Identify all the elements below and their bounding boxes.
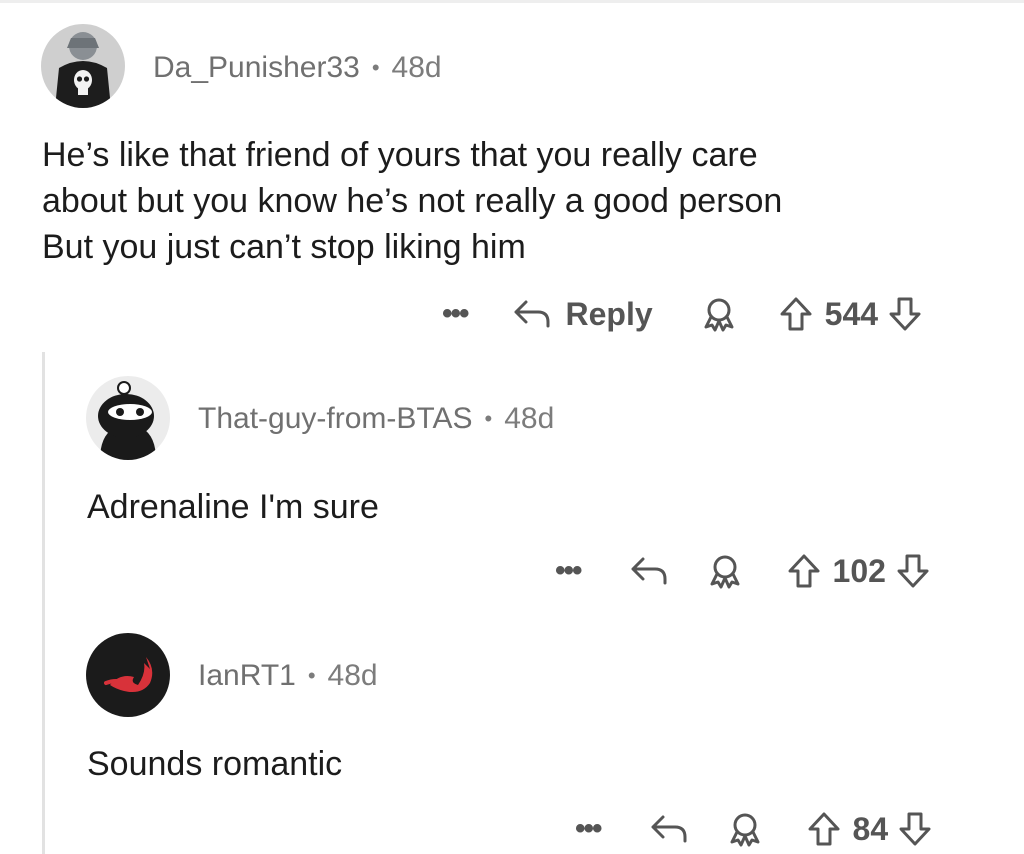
award-icon[interactable] (727, 811, 763, 847)
author-name[interactable]: Da_Punisher33 (153, 51, 360, 85)
meta-separator: • (307, 663, 316, 688)
more-options-button[interactable]: ••• (555, 556, 582, 586)
thread-line[interactable] (42, 352, 45, 854)
comment-meta: Da_Punisher33 • 48d (153, 50, 442, 86)
award-icon[interactable] (707, 553, 743, 589)
fox-avatar-icon[interactable] (86, 633, 170, 717)
downvote-arrow-icon[interactable] (888, 296, 922, 332)
more-options-button[interactable]: ••• (575, 814, 602, 844)
comment-actions: ••• Reply 544 (442, 294, 922, 334)
meta-separator: • (484, 406, 493, 431)
comment-body: He’s like that friend of yours that you … (42, 132, 1002, 270)
downvote-arrow-icon[interactable] (896, 553, 930, 589)
comment-actions: ••• 84 (575, 809, 932, 849)
comment-text-line: Adrenaline I'm sure (87, 488, 379, 526)
vote-score: 102 (832, 552, 886, 589)
comment-age: 48d (504, 402, 555, 435)
comment-text-line: Sounds romantic (87, 745, 343, 783)
punisher-avatar-icon[interactable] (41, 24, 125, 108)
more-options-button[interactable]: ••• (442, 299, 469, 329)
vote-score: 84 (852, 810, 889, 847)
comment-age: 48d (327, 659, 378, 692)
top-divider (0, 0, 1024, 3)
comment-text-line: about but you know he’s not really a goo… (42, 182, 783, 220)
author-name[interactable]: IanRT1 (198, 659, 296, 693)
comment-body: Adrenaline I'm sure (87, 484, 987, 530)
reply-button[interactable]: Reply (566, 296, 653, 333)
comment-body: Sounds romantic (87, 741, 987, 787)
comment-age: 48d (391, 51, 442, 84)
snoo-avatar-icon[interactable] (86, 376, 170, 460)
award-icon[interactable] (701, 296, 737, 332)
comment-text-line: He’s like that friend of yours that you … (42, 136, 758, 174)
upvote-arrow-icon[interactable] (807, 811, 841, 847)
comment-actions: ••• 102 (555, 551, 930, 591)
upvote-arrow-icon[interactable] (779, 296, 813, 332)
comment-text-line: But you just can’t stop liking him (42, 228, 526, 266)
downvote-arrow-icon[interactable] (898, 811, 932, 847)
comment-meta: IanRT1 • 48d (198, 658, 378, 694)
reply-arrow-icon[interactable] (649, 813, 689, 845)
reply-arrow-icon[interactable] (512, 298, 552, 330)
comment-meta: That-guy-from-BTAS • 48d (198, 401, 554, 437)
reply-arrow-icon[interactable] (629, 555, 669, 587)
vote-score: 544 (824, 295, 879, 332)
meta-separator: • (371, 55, 380, 80)
author-name[interactable]: That-guy-from-BTAS (198, 402, 473, 436)
upvote-arrow-icon[interactable] (787, 553, 821, 589)
